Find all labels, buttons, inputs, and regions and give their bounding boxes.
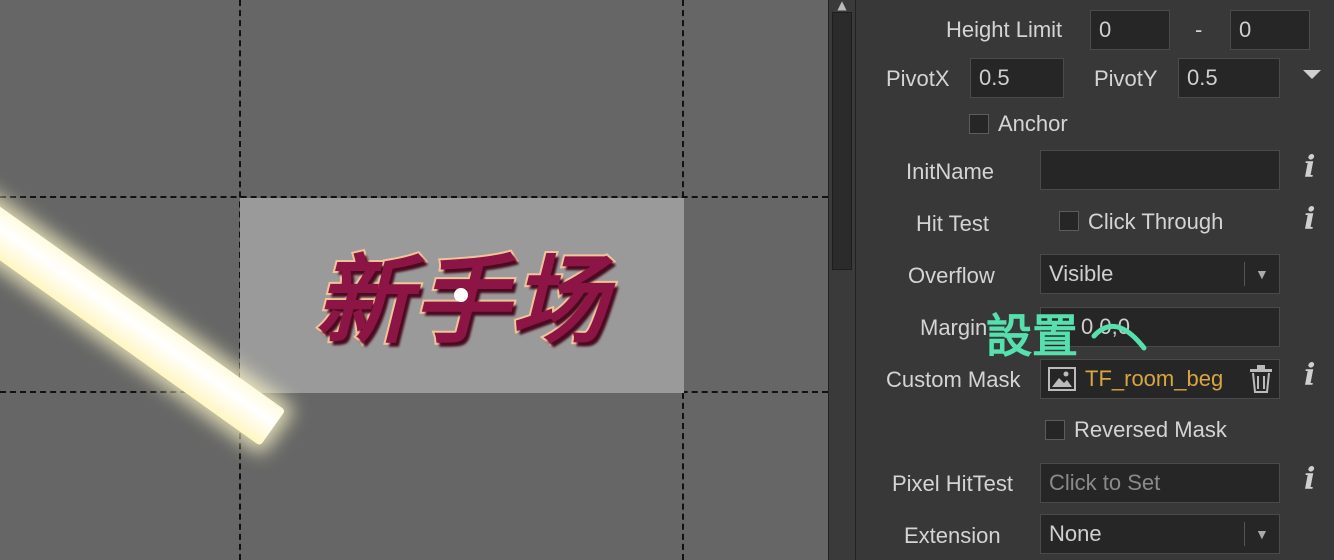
pivot-x-input[interactable]: 0.5 [970, 58, 1064, 98]
extension-dropdown[interactable]: None ▼ [1040, 514, 1280, 554]
init-name-label: InitName [906, 159, 995, 184]
pixel-hittest-label: Pixel HitTest [892, 471, 1014, 496]
image-icon [1048, 367, 1076, 391]
trash-icon[interactable] [1248, 365, 1274, 393]
info-icon[interactable]: i [1304, 202, 1315, 237]
dropdown-separator [1244, 522, 1245, 546]
expand-triangle-icon[interactable] [1303, 70, 1321, 79]
init-name-input[interactable] [1040, 150, 1280, 190]
pivot-x-label: PivotX [886, 66, 950, 91]
extension-label: Extension [904, 523, 1001, 548]
scrollbar-thumb[interactable] [832, 12, 852, 270]
reversed-mask-label: Reversed Mask [1074, 417, 1227, 442]
height-limit-label: Height Limit [946, 17, 1063, 42]
stage-canvas[interactable]: 新手场 [0, 0, 828, 560]
anchor-label: Anchor [998, 111, 1068, 136]
height-limit-separator: - [1195, 17, 1203, 42]
overflow-label: Overflow [908, 263, 995, 288]
anchor-checkbox[interactable] [969, 114, 989, 134]
margin-label: Margin [920, 315, 988, 340]
overlay-annotation-text: 設置 [986, 309, 1078, 363]
pivot-y-input[interactable]: 0.5 [1178, 58, 1280, 98]
overflow-dropdown[interactable]: Visible ▼ [1040, 254, 1280, 294]
pivot-handle[interactable] [454, 288, 468, 302]
custom-mask-value: TF_room_beg [1085, 366, 1224, 391]
custom-mask-label: Custom Mask [886, 367, 1021, 392]
extension-value: None [1049, 521, 1102, 546]
pixel-hittest-field[interactable]: Click to Set [1040, 463, 1280, 503]
info-icon[interactable]: i [1304, 150, 1315, 185]
overflow-value: Visible [1049, 261, 1114, 286]
click-through-label: Click Through [1088, 209, 1224, 234]
overlay-annotation-curve [1091, 324, 1147, 351]
height-limit-max-input[interactable]: 0 [1230, 10, 1310, 50]
info-icon[interactable]: i [1304, 358, 1315, 393]
hit-test-label: Hit Test [916, 211, 989, 236]
chevron-down-icon: ▼ [1255, 526, 1269, 542]
dropdown-separator [1244, 262, 1245, 286]
height-limit-min-input[interactable]: 0 [1090, 10, 1170, 50]
scroll-up-icon[interactable]: ▲ [832, 0, 852, 11]
reversed-mask-checkbox[interactable] [1045, 420, 1065, 440]
click-through-checkbox[interactable] [1059, 211, 1079, 231]
info-icon[interactable]: i [1304, 462, 1315, 497]
chevron-down-icon: ▼ [1255, 266, 1269, 282]
pivot-y-label: PivotY [1094, 66, 1158, 91]
